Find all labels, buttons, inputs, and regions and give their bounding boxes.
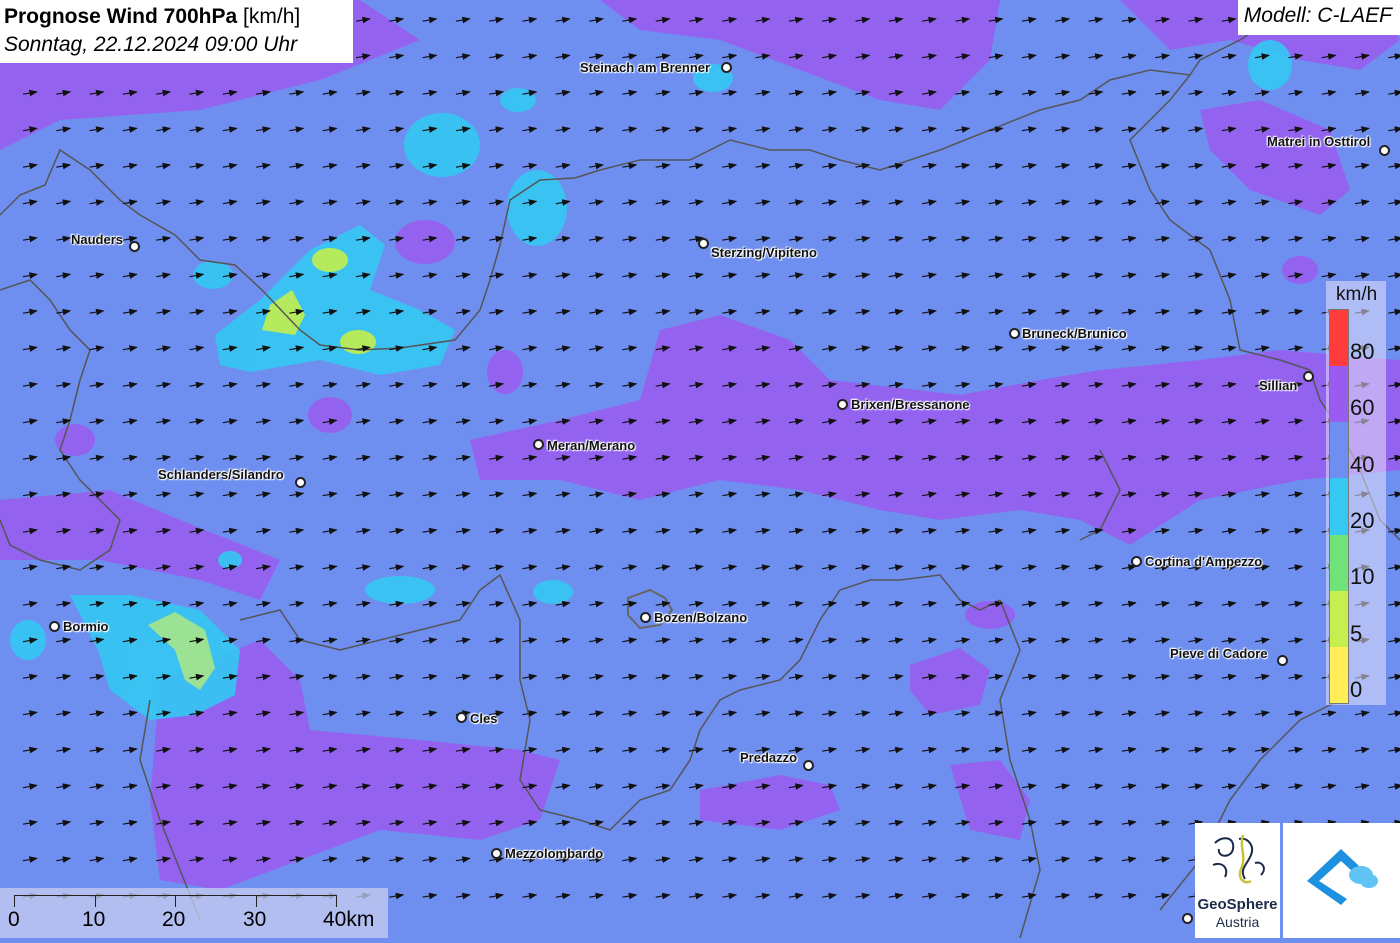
legend-color-segment (1330, 590, 1348, 647)
town-label: Matrei in Osttirol (1267, 134, 1371, 149)
town-marker-icon (491, 848, 502, 859)
town-marker-icon (1277, 655, 1288, 666)
town-label: Sillian (1259, 378, 1298, 393)
town-marker-icon (1131, 556, 1142, 567)
title-main: Prognose Wind 700hPa (4, 5, 238, 28)
scale-label: 0 (8, 908, 20, 931)
legend-color-segment (1330, 646, 1348, 703)
scale-tick (256, 895, 257, 907)
town-marker-icon (295, 477, 306, 488)
legend-tick-label: 60 (1350, 395, 1375, 421)
town-label: Bruneck/Brunico (1022, 326, 1127, 341)
geosphere-contour-icon (1212, 834, 1265, 884)
weather-app-logo[interactable] (1283, 823, 1400, 938)
legend-tick-label: 20 (1350, 507, 1375, 533)
model-label: Modell: C-LAEF (1237, 0, 1400, 35)
legend-colorbar (1329, 309, 1349, 704)
town-marker-icon (1009, 328, 1020, 339)
legend-tick-label: 0 (1350, 676, 1363, 702)
town-label: Nauders (71, 232, 124, 247)
town-marker-icon (1379, 145, 1390, 156)
map-title: Prognose Wind 700hPa [km/h] (4, 3, 353, 31)
scale-label: 10 (82, 908, 106, 931)
town-marker-icon (533, 439, 544, 450)
legend-unit: km/h (1336, 284, 1378, 305)
geosphere-name: GeoSphere (1197, 896, 1278, 913)
legend-color-segment (1330, 534, 1348, 591)
town-label: Cles (470, 711, 498, 726)
legend-tick-label: 10 (1350, 564, 1375, 590)
scale-tick (14, 895, 15, 907)
scale-label: 40km (323, 908, 375, 931)
legend-color-segment (1330, 366, 1348, 423)
town-marker-icon (803, 760, 814, 771)
geosphere-sub: Austria (1215, 914, 1260, 930)
town-label: Predazzo (740, 750, 798, 765)
town-label: Meran/Merano (547, 438, 636, 453)
title-box: Prognose Wind 700hPa [km/h] Sonntag, 22.… (0, 0, 353, 63)
town-marker-icon (129, 241, 140, 252)
legend-color-segment (1330, 310, 1348, 367)
town-label: Sterzing/Vipiteno (711, 245, 817, 260)
title-unit: [km/h] (243, 5, 301, 28)
town-label: Schlanders/Silandro (158, 467, 284, 482)
scale-tick (95, 895, 96, 907)
town-marker-icon (640, 612, 651, 623)
town-label: Bormio (63, 619, 109, 634)
town-marker-icon (721, 62, 732, 73)
cloud-arrow-icon (1307, 849, 1378, 905)
town-label: Brixen/Bressanone (851, 397, 970, 412)
town-label: Steinach am Brenner (580, 60, 711, 75)
legend-tick-label: 5 (1350, 620, 1363, 646)
map-subtitle: Sonntag, 22.12.2024 09:00 Uhr (4, 33, 298, 56)
legend-tick-label: 80 (1350, 339, 1375, 364)
legend-tick-label: 40 (1350, 451, 1375, 477)
town-label: Bozen/Bolzano (654, 610, 748, 625)
legend-color-segment (1330, 422, 1348, 479)
town-label: Mezzolombardo (505, 846, 604, 861)
town-marker-icon (1182, 913, 1193, 924)
town-marker-icon (49, 621, 60, 632)
town-marker-icon (1303, 371, 1314, 382)
town-label: Cortina d'Ampezzo (1145, 554, 1263, 569)
scale-label: 20 (162, 908, 186, 931)
town-marker-icon (837, 399, 848, 410)
town-marker-icon (456, 712, 467, 723)
scale-label: 30 (243, 908, 267, 931)
legend-color-segment (1330, 478, 1348, 535)
town-marker-icon (698, 238, 709, 249)
town-label: Pieve di Cadore (1170, 646, 1268, 661)
scale-tick (175, 895, 176, 907)
scale-tick (336, 895, 337, 907)
